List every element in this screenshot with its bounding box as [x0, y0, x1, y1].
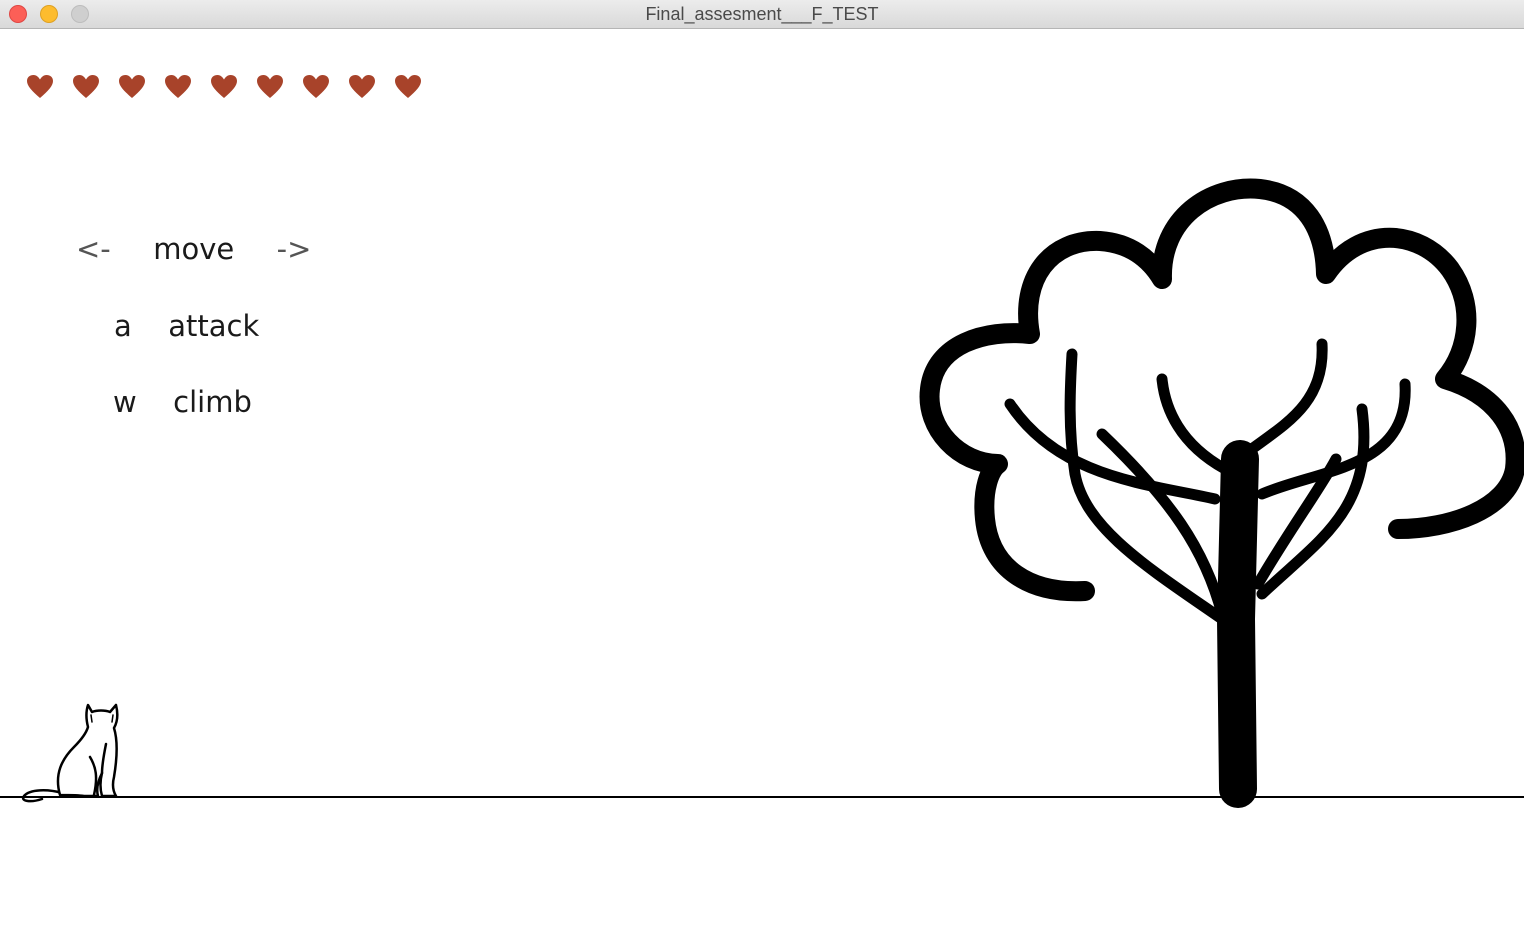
game-scene: [0, 178, 1524, 808]
player-cat[interactable]: [21, 703, 119, 803]
game-window: Final_assesment___F_TEST <- move -> a at…: [0, 0, 1524, 939]
window-title: Final_assesment___F_TEST: [645, 4, 879, 24]
tree-branches: [1004, 338, 1411, 625]
title-bar: Final_assesment___F_TEST: [0, 0, 1524, 29]
tree-trunk: [1217, 440, 1259, 808]
game-canvas[interactable]: <- move -> a attack w climb: [0, 29, 1524, 939]
tree: [919, 178, 1524, 808]
cat-tail: [21, 789, 64, 803]
cat-body: [56, 703, 119, 798]
